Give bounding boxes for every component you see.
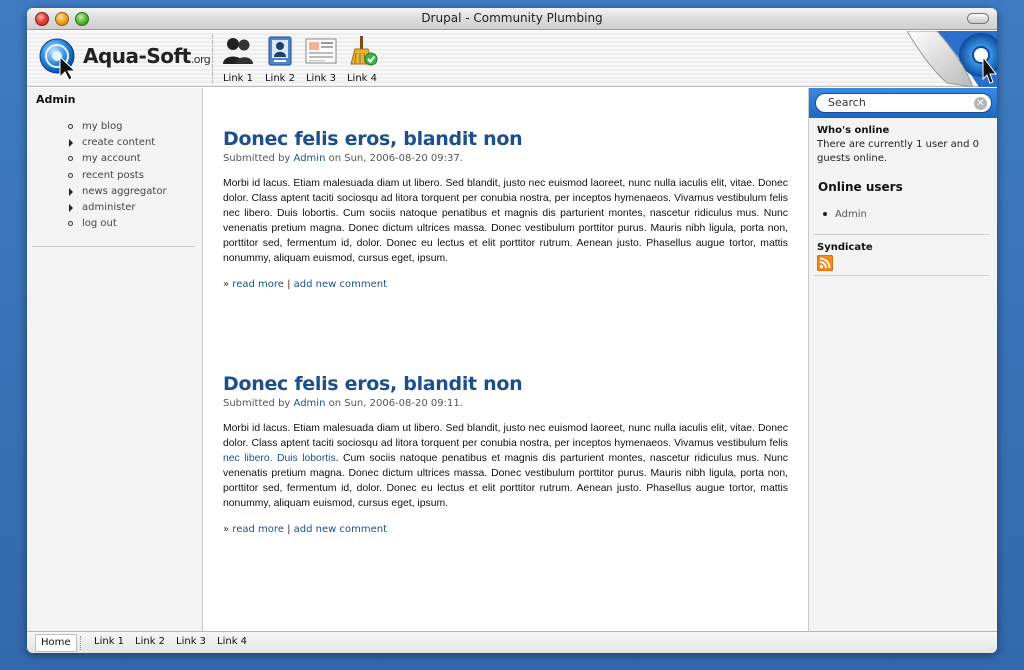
menu-item-log-out[interactable]: log out — [67, 216, 167, 232]
online-user-item[interactable]: Admin — [823, 209, 867, 220]
menu-item-administer[interactable]: administer — [67, 200, 167, 216]
bullet-icon — [823, 212, 827, 216]
menu-item-label: administer — [82, 201, 136, 213]
browser-window: Drupal - Community Plumbing Aqua-Soft.or… — [27, 8, 997, 653]
nav-link-1-label: Link 1 — [222, 73, 254, 84]
bullet-icon — [68, 172, 73, 178]
document-icon — [305, 38, 337, 64]
expand-arrow-icon — [69, 203, 73, 212]
inline-link[interactable]: nec libero. Duis lobortis — [223, 453, 336, 464]
rss-icon[interactable] — [817, 255, 833, 271]
menu-item-label: news aggregator — [82, 185, 167, 197]
bullet-icon — [68, 124, 73, 129]
nav-link-1[interactable]: Link 1 — [220, 36, 256, 84]
whos-online-text: There are currently 1 user and 0 guests … — [817, 139, 980, 164]
admin-menu: my blog create content my account recent… — [67, 119, 167, 232]
window-title: Drupal - Community Plumbing — [421, 11, 603, 25]
expand-arrow-icon — [69, 139, 73, 148]
nav-link-2-label: Link 2 — [264, 73, 296, 84]
bullet-icon — [68, 156, 73, 162]
menu-item-label: recent posts — [82, 169, 144, 181]
post-body-text: Morbi id lacus. Etiam malesuada diam ut … — [223, 423, 788, 449]
broom-check-icon — [350, 36, 378, 66]
post-links: » read more | add new comment — [223, 279, 388, 290]
search-placeholder: Search — [828, 96, 866, 109]
footer-link-2[interactable]: Link 2 — [135, 636, 165, 647]
nav-link-4[interactable]: Link 4 — [344, 36, 380, 84]
post-links: » read more | add new comment — [223, 524, 388, 535]
post-meta: Submitted by Admin on Sun, 2006-08-20 09… — [223, 398, 788, 409]
author-link[interactable]: Admin — [294, 153, 326, 164]
menu-item-label: create content — [82, 137, 156, 149]
menu-item-my-blog[interactable]: my blog — [67, 119, 167, 135]
footer-nav: Home Link 1 Link 2 Link 3 Link 4 — [27, 631, 997, 653]
expand-arrow-icon — [69, 187, 73, 196]
toolbar-toggle-button[interactable] — [967, 13, 989, 24]
menu-item-news-aggregator[interactable]: news aggregator — [67, 184, 167, 200]
users-icon — [223, 38, 253, 64]
menu-item-create-content[interactable]: create content — [67, 135, 167, 151]
divider — [814, 275, 989, 276]
logo-suffix: .org — [190, 53, 211, 66]
meta-prefix: Submitted by — [223, 153, 291, 164]
online-user-name: Admin — [835, 209, 867, 220]
meta-date: on Sun, 2006-08-20 09:11. — [328, 398, 463, 409]
menu-item-label: my blog — [82, 121, 123, 132]
id-card-icon — [268, 36, 292, 66]
menu-item-label: my account — [82, 153, 141, 165]
read-more-link[interactable]: read more — [232, 524, 284, 535]
footer-link-3[interactable]: Link 3 — [176, 636, 206, 647]
site-header: Aqua-Soft.org Link 1 Link 2 Link 3 Link … — [27, 31, 997, 87]
menu-item-my-account[interactable]: my account — [67, 151, 167, 167]
post: Donec felis eros, blandit non Submitted … — [223, 128, 788, 290]
meta-prefix: Submitted by — [223, 398, 291, 409]
site-logo-text[interactable]: Aqua-Soft.org — [83, 44, 211, 68]
search-bar: Search ✕ — [809, 88, 997, 118]
footer-link-4[interactable]: Link 4 — [217, 636, 247, 647]
meta-date: on Sun, 2006-08-20 09:37. — [328, 153, 463, 164]
nav-link-2[interactable]: Link 2 — [262, 36, 298, 84]
clear-search-icon[interactable]: ✕ — [974, 97, 987, 110]
post-body: Morbi id lacus. Etiam malesuada diam ut … — [223, 421, 788, 511]
divider — [814, 234, 989, 235]
admin-block-title: Admin — [36, 93, 76, 106]
whos-online-title: Who's online — [817, 125, 890, 136]
main-content: Donec felis eros, blandit non Submitted … — [204, 88, 807, 631]
right-sidebar: Search ✕ Who's online There are currentl… — [808, 88, 997, 631]
footer-link-1[interactable]: Link 1 — [94, 636, 124, 647]
nav-link-3-label: Link 3 — [305, 73, 337, 84]
menu-item-label: log out — [82, 218, 117, 230]
nav-link-3[interactable]: Link 3 — [303, 36, 339, 84]
aqua-soft-logo-icon[interactable] — [38, 37, 80, 81]
author-link[interactable]: Admin — [294, 398, 326, 409]
menu-item-recent-posts[interactable]: recent posts — [67, 168, 167, 184]
logo-name: Aqua-Soft — [83, 44, 191, 68]
link-separator: | — [287, 524, 291, 535]
divider — [32, 246, 195, 247]
header-divider — [212, 35, 213, 83]
post-title-link[interactable]: Donec felis eros, blandit non — [223, 373, 788, 395]
footer-home-tab[interactable]: Home — [35, 634, 77, 652]
footer-divider — [80, 636, 81, 650]
post-title-link[interactable]: Donec felis eros, blandit non — [223, 128, 788, 150]
add-comment-link[interactable]: add new comment — [294, 524, 387, 535]
post-meta: Submitted by Admin on Sun, 2006-08-20 09… — [223, 153, 788, 164]
post-body: Morbi id lacus. Etiam malesuada diam ut … — [223, 178, 788, 264]
page-curl-logo-icon — [907, 31, 997, 87]
title-bar[interactable]: Drupal - Community Plumbing — [27, 8, 997, 30]
bullet-icon — [68, 221, 73, 227]
syndicate-title: Syndicate — [817, 242, 873, 253]
add-comment-link[interactable]: add new comment — [294, 279, 387, 290]
left-sidebar: Admin my blog create content my account … — [27, 88, 203, 631]
online-users-title: Online users — [818, 180, 903, 194]
post: Donec felis eros, blandit non Submitted … — [223, 373, 788, 535]
read-more-link[interactable]: read more — [232, 279, 284, 290]
search-input[interactable]: Search ✕ — [815, 93, 992, 113]
link-separator: | — [287, 279, 291, 290]
nav-link-4-label: Link 4 — [346, 73, 378, 84]
